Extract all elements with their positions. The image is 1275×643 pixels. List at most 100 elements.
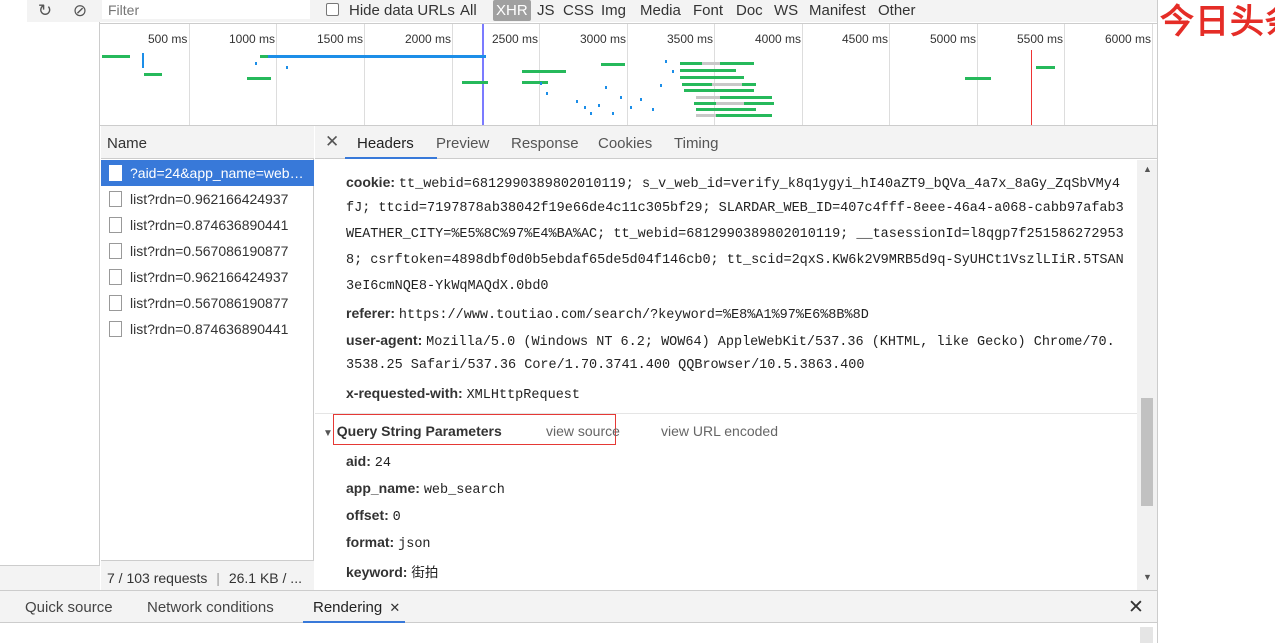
drawer-tab-network-conditions[interactable]: Network conditions xyxy=(147,599,274,616)
timeline-gridline xyxy=(1064,24,1065,125)
timeline-tick-label: 5000 ms xyxy=(930,32,977,46)
scroll-up-icon[interactable]: ▲ xyxy=(1143,164,1152,174)
query-string-title: Query String Parameters xyxy=(336,423,502,439)
bottom-drawer-tabbar: Quick source Network conditions Renderin… xyxy=(0,590,1157,623)
details-scrollbar[interactable]: ▲ ▼ xyxy=(1137,160,1157,590)
request-row[interactable]: list?rdn=0.874636890441 xyxy=(101,212,314,238)
request-name: list?rdn=0.874636890441 xyxy=(130,217,289,233)
request-row[interactable]: list?rdn=0.567086190877 xyxy=(101,238,314,264)
filter-type-ws[interactable]: WS xyxy=(774,2,798,19)
file-icon xyxy=(109,269,122,285)
toolbar-left-blank xyxy=(0,0,27,22)
request-row-selected[interactable]: ?aid=24&app_name=web_search&offset=0&for… xyxy=(101,160,314,186)
timeline-gridline xyxy=(1152,24,1153,125)
tab-response[interactable]: Response xyxy=(511,135,579,152)
close-tab-icon[interactable]: ✕ xyxy=(389,600,400,615)
param-key: keyword: xyxy=(346,564,408,580)
header-value: tt_webid=6812990389802010119; s_v_web_id… xyxy=(398,177,1120,192)
timeline-bar xyxy=(684,89,754,92)
request-row[interactable]: list?rdn=0.874636890441 xyxy=(101,316,314,342)
header-value-continued: 8; csrftoken=4898dbf0d0b5ebdaf65de5d04f1… xyxy=(346,253,1124,268)
scroll-down-icon[interactable]: ▼ xyxy=(1143,572,1152,582)
filter-type-img[interactable]: Img xyxy=(601,2,626,19)
query-string-section-toggle[interactable]: ▼ Query String Parameters xyxy=(323,423,502,439)
timeline-bar xyxy=(142,53,144,68)
scroll-thumb[interactable] xyxy=(1141,398,1153,506)
request-row[interactable]: list?rdn=0.962166424937 xyxy=(101,186,314,212)
timeline-bar xyxy=(742,83,756,86)
drawer-scrollbar[interactable] xyxy=(1140,627,1153,643)
close-drawer-icon[interactable]: ✕ xyxy=(1128,596,1144,619)
filter-type-css[interactable]: CSS xyxy=(563,2,594,19)
timeline-gridline xyxy=(802,24,803,125)
timeline-tick-label: 4500 ms xyxy=(842,32,889,46)
tab-timing[interactable]: Timing xyxy=(674,135,718,152)
tab-preview[interactable]: Preview xyxy=(436,135,489,152)
timeline-tick-label: 5500 ms xyxy=(1017,32,1064,46)
filter-input[interactable] xyxy=(102,0,310,19)
param-key: format: xyxy=(346,534,395,550)
filter-type-all[interactable]: All xyxy=(460,2,477,19)
timeline-bar xyxy=(102,55,130,58)
timeline-bar xyxy=(255,62,257,65)
timeline-gridline xyxy=(977,24,978,125)
header-value-continued: 3538.25 Safari/537.36 Core/1.70.3741.400… xyxy=(346,358,865,373)
triangle-down-icon: ▼ xyxy=(323,428,333,439)
view-source-link[interactable]: view source xyxy=(546,423,620,439)
timeline-bar xyxy=(682,83,712,86)
file-icon xyxy=(109,321,122,337)
query-param-row: format: json xyxy=(346,534,431,552)
request-name: list?rdn=0.567086190877 xyxy=(130,295,289,311)
query-param-row: keyword: 街拍 xyxy=(346,561,438,581)
timeline-bar xyxy=(680,69,728,72)
filter-type-font[interactable]: Font xyxy=(693,2,723,19)
network-toolbar: ↻ ⊘ Hide data URLs All XHR JS CSS Img Me… xyxy=(0,0,1157,22)
request-row[interactable]: list?rdn=0.567086190877 xyxy=(101,290,314,316)
timeline-bar xyxy=(630,106,632,109)
active-tab-indicator xyxy=(345,157,437,159)
header-value: XMLHttpRequest xyxy=(466,388,580,403)
request-row[interactable]: list?rdn=0.962166424937 xyxy=(101,264,314,290)
header-value: https://www.toutiao.com/search/?keyword=… xyxy=(398,308,869,323)
header-row-user-agent: user-agent: Mozilla/5.0 (Windows NT 6.2;… xyxy=(346,332,1115,350)
filter-type-manifest[interactable]: Manifest xyxy=(809,2,866,19)
timeline-bar xyxy=(620,96,622,99)
tab-cookies[interactable]: Cookies xyxy=(598,135,652,152)
timeline-bar xyxy=(546,92,548,95)
close-details-icon[interactable]: ✕ xyxy=(325,132,339,152)
file-icon xyxy=(109,191,122,207)
timeline-bar xyxy=(640,98,642,101)
timeline-gridline xyxy=(276,24,277,125)
header-row-cookie: cookie: tt_webid=6812990389802010119; s_… xyxy=(346,174,1120,192)
timeline-gridline xyxy=(364,24,365,125)
name-column-header[interactable]: Name xyxy=(101,126,314,159)
drawer-tab-rendering[interactable]: Rendering ✕ xyxy=(313,599,400,616)
param-key: app_name: xyxy=(346,480,420,496)
timeline-bar xyxy=(652,108,654,111)
request-summary: 7 / 103 requests | 26.1 KB / ... xyxy=(101,560,314,590)
filter-type-other[interactable]: Other xyxy=(878,2,916,19)
filter-type-js[interactable]: JS xyxy=(537,2,555,19)
timeline-overview[interactable]: 500 ms 1000 ms 1500 ms 2000 ms 2500 ms 3… xyxy=(100,23,1157,126)
timeline-bar xyxy=(660,84,662,87)
transfer-size: 26.1 KB / ... xyxy=(228,570,302,586)
filter-type-xhr[interactable]: XHR xyxy=(493,0,531,21)
timeline-bar xyxy=(590,112,592,115)
timeline-bar xyxy=(665,60,667,63)
query-param-row: aid: 24 xyxy=(346,453,391,471)
tab-headers[interactable]: Headers xyxy=(357,135,414,152)
filter-type-doc[interactable]: Doc xyxy=(736,2,763,19)
view-url-encoded-link[interactable]: view URL encoded xyxy=(661,423,778,439)
drawer-tab-quick-source[interactable]: Quick source xyxy=(25,599,113,616)
timeline-bar xyxy=(728,69,736,72)
timeline-bar xyxy=(601,63,625,66)
timeline-bar xyxy=(716,102,744,105)
block-icon[interactable]: ⊘ xyxy=(70,1,90,21)
timeline-bar xyxy=(716,114,772,117)
hide-data-urls-checkbox[interactable] xyxy=(326,3,339,16)
reload-icon[interactable]: ↻ xyxy=(35,1,55,21)
param-key: offset: xyxy=(346,507,389,523)
timeline-bar xyxy=(260,55,268,58)
param-value: 24 xyxy=(374,456,391,471)
filter-type-media[interactable]: Media xyxy=(640,2,681,19)
